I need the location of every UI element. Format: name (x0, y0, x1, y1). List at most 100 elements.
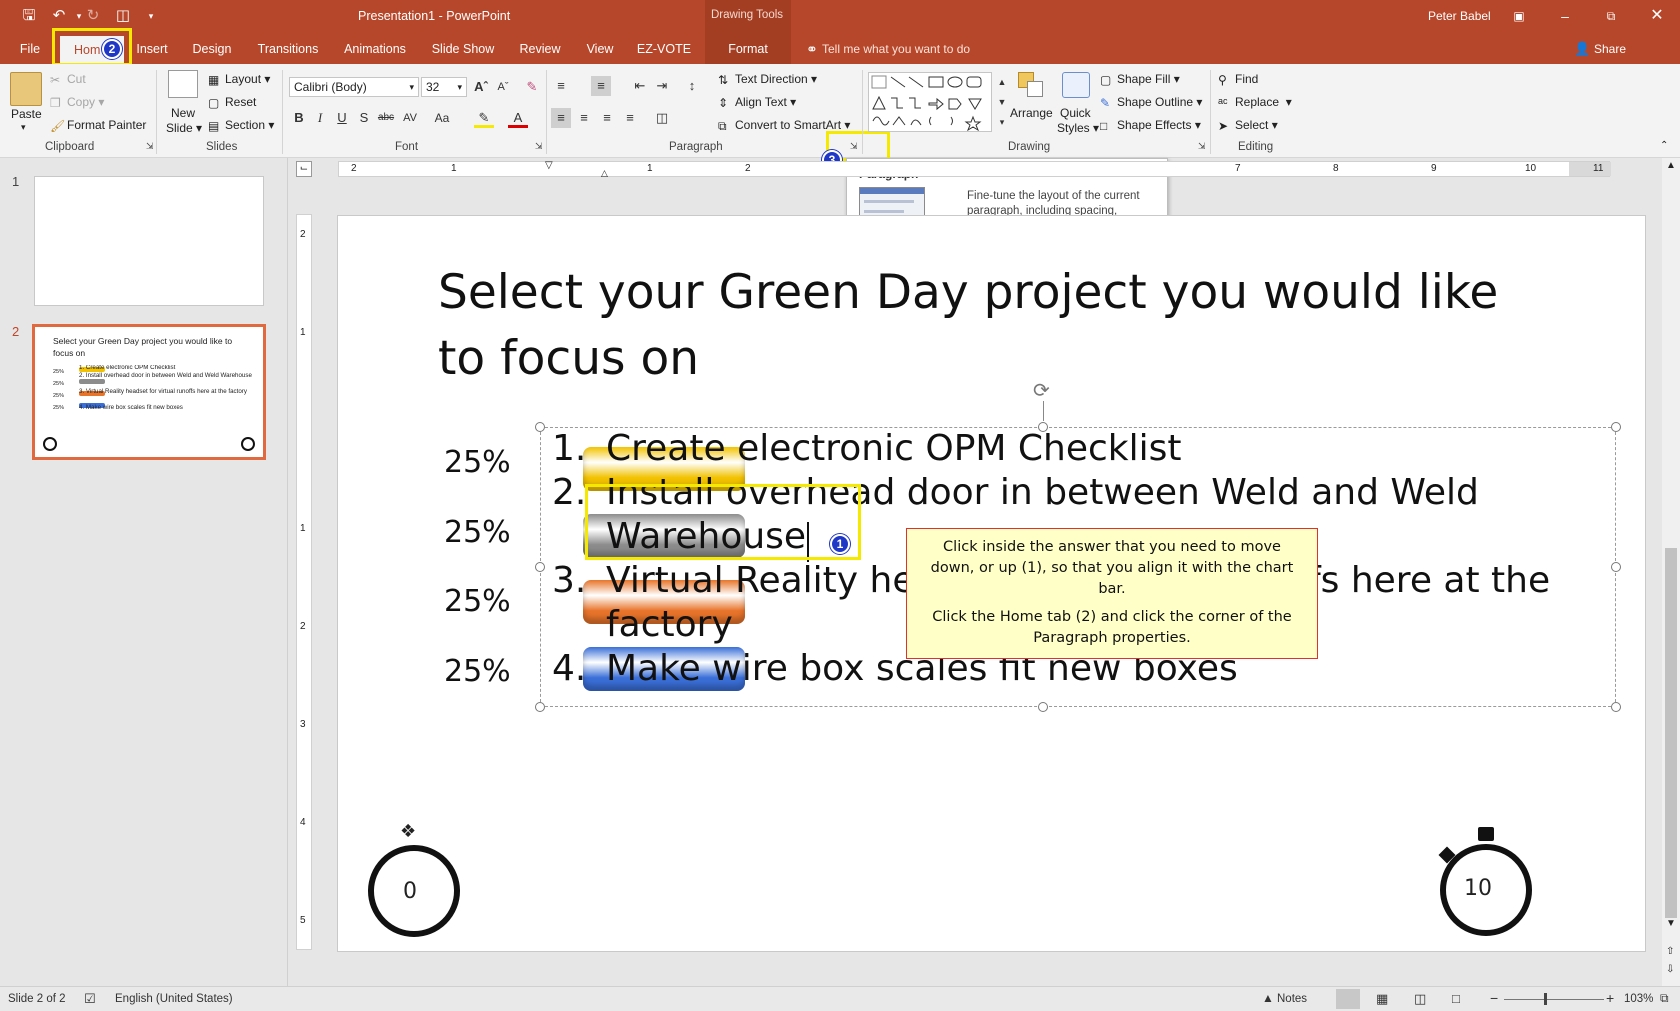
scroll-thumb[interactable] (1665, 548, 1677, 918)
share-button[interactable]: Share (1594, 42, 1626, 56)
tab-transitions[interactable]: Transitions (252, 32, 324, 64)
change-case-icon[interactable]: Aa (432, 108, 452, 128)
clipboard-launcher-icon[interactable]: ⇲ (146, 141, 154, 152)
decrease-indent-icon[interactable]: ⇤ (630, 76, 650, 96)
normal-view-icon[interactable] (1336, 989, 1360, 1009)
fit-to-window-icon[interactable]: ⧉ (1660, 991, 1669, 1006)
resize-handle[interactable] (1611, 422, 1621, 432)
shapes-scroll-up-icon[interactable]: ▲ (992, 72, 1012, 92)
new-slide-button-line2[interactable]: Slide ▾ (166, 121, 202, 135)
tab-slide-show[interactable]: Slide Show (428, 32, 498, 64)
resize-handle[interactable] (1611, 702, 1621, 712)
user-name[interactable]: Peter Babel (1428, 9, 1491, 23)
paste-button[interactable]: Paste (11, 107, 42, 121)
find-button[interactable]: ⚲ Find (1218, 72, 1258, 87)
select-button[interactable]: ➤ Select ▾ (1218, 118, 1278, 133)
italic-icon[interactable]: I (310, 108, 330, 128)
notes-icon[interactable]: ▲ (1262, 991, 1274, 1005)
arrange-button[interactable]: Arrange (1010, 106, 1053, 120)
paste-dropdown-icon[interactable]: ▾ (21, 122, 26, 133)
shape-fill-button[interactable]: ▢ Shape Fill ▾ (1100, 72, 1180, 87)
save-icon[interactable]: 🖫 (18, 6, 40, 26)
zoom-in-icon[interactable]: + (1606, 990, 1614, 1006)
collapse-ribbon-icon[interactable]: ⌃ (1660, 140, 1668, 151)
new-slide-button[interactable]: New (171, 106, 195, 120)
tab-selector[interactable]: ⌙ (296, 161, 312, 177)
shape-outline-button[interactable]: ✎ Shape Outline ▾ (1100, 95, 1202, 110)
zoom-level[interactable]: 103% (1624, 993, 1653, 1005)
increase-indent-icon[interactable]: ⇥ (652, 76, 672, 96)
shapes-more-icon[interactable]: ▾ (992, 112, 1012, 132)
indent-marker-icon[interactable]: ▽ (545, 160, 553, 171)
quick-styles-button[interactable]: Quick (1060, 106, 1091, 120)
slide-thumbnail-1[interactable] (34, 176, 264, 306)
underline-icon[interactable]: U (332, 108, 352, 128)
zoom-out-icon[interactable]: − (1490, 990, 1498, 1006)
arrange-icon[interactable] (1018, 72, 1044, 98)
customize-qat-icon[interactable]: ▾ (140, 6, 162, 26)
tab-view[interactable]: View (580, 32, 620, 64)
resize-handle[interactable] (1611, 562, 1621, 572)
columns-icon[interactable]: ◫ (652, 108, 672, 128)
font-color-icon[interactable]: A (508, 108, 528, 128)
tab-format[interactable]: Format (705, 32, 791, 64)
highlight-color-icon[interactable]: ✎ (474, 108, 494, 128)
align-left-icon[interactable]: ≡ (551, 108, 571, 128)
cut-button[interactable]: ✂ Cut (50, 72, 86, 87)
bold-icon[interactable]: B (289, 108, 309, 128)
tab-ez-vote[interactable]: EZ-VOTE (634, 32, 694, 64)
clear-formatting-icon[interactable]: ✎ (522, 77, 542, 97)
tell-me-search[interactable]: Tell me what you want to do (822, 42, 970, 56)
resize-handle[interactable] (1038, 702, 1048, 712)
align-text-button[interactable]: ⇕ Align Text ▾ (718, 95, 796, 110)
undo-icon[interactable]: ↶ (48, 6, 70, 26)
shrink-font-icon[interactable]: Aˇ (493, 77, 513, 97)
tab-file[interactable]: File (8, 32, 52, 64)
new-slide-icon[interactable] (168, 70, 198, 98)
justify-icon[interactable]: ≡ (620, 108, 640, 128)
replace-button[interactable]: ac Replace ▾ (1218, 95, 1292, 110)
next-slide-icon[interactable]: ⇩ (1666, 964, 1674, 975)
restore-button[interactable]: ⧉ (1588, 0, 1634, 32)
drawing-launcher-icon[interactable]: ⇲ (1198, 141, 1206, 152)
text-direction-button[interactable]: ⇅ Text Direction ▾ (718, 72, 817, 87)
redo-icon[interactable]: ↻ (82, 6, 104, 26)
language-indicator[interactable]: English (United States) (115, 993, 233, 1005)
strikethrough-icon[interactable]: abc (376, 108, 396, 128)
line-spacing-icon[interactable]: ↕ (682, 76, 702, 96)
tab-animations[interactable]: Animations (338, 32, 412, 64)
zoom-slider[interactable] (1504, 999, 1604, 1000)
copy-button[interactable]: ❐ Copy ▾ (50, 95, 104, 110)
grow-font-icon[interactable]: Aˆ (471, 77, 491, 97)
hanging-indent-icon[interactable]: △ (601, 168, 608, 179)
close-button[interactable]: ✕ (1634, 0, 1680, 32)
slide-thumbnail-2[interactable]: Select your Green Day project you would … (32, 324, 266, 460)
resize-handle[interactable] (535, 702, 545, 712)
resize-handle[interactable] (535, 422, 545, 432)
notes-button[interactable]: Notes (1277, 993, 1307, 1005)
font-size-combo[interactable]: 32 ▾ (421, 77, 467, 97)
character-spacing-icon[interactable]: AV (400, 108, 420, 128)
quick-styles-button-line2[interactable]: Styles ▾ (1057, 121, 1099, 135)
section-button[interactable]: ▤ Section ▾ (208, 118, 274, 133)
font-name-combo[interactable]: Calibri (Body) ▾ (289, 77, 419, 97)
text-shadow-icon[interactable]: S (354, 108, 374, 128)
previous-slide-icon[interactable]: ⇧ (1666, 946, 1674, 957)
ribbon-display-options-icon[interactable]: ▣ (1496, 0, 1542, 32)
shape-effects-button[interactable]: □ Shape Effects ▾ (1100, 118, 1201, 133)
format-painter-button[interactable]: 🖌 Format Painter (50, 118, 146, 133)
numbering-icon[interactable]: ≡ (591, 76, 611, 96)
font-launcher-icon[interactable]: ⇲ (535, 141, 543, 152)
bullets-icon[interactable]: ≡ (551, 76, 571, 96)
reading-view-icon[interactable]: ◫ (1414, 991, 1426, 1007)
start-from-beginning-icon[interactable]: ◫ (112, 6, 134, 26)
paste-icon[interactable] (10, 72, 42, 106)
tab-design[interactable]: Design (186, 32, 238, 64)
slide-title[interactable]: Select your Green Day project you would … (438, 260, 1538, 392)
vertical-scrollbar[interactable]: ▲ ▼ ⇧ ⇩ (1662, 158, 1680, 986)
list-item-1[interactable]: Create electronic OPM Checklist (606, 428, 1182, 469)
shapes-gallery[interactable] (868, 72, 992, 132)
shapes-scroll-down-icon[interactable]: ▼ (992, 92, 1012, 112)
list-item-3-cont[interactable]: factory (606, 604, 733, 645)
slide-sorter-icon[interactable]: ▦ (1376, 991, 1388, 1007)
